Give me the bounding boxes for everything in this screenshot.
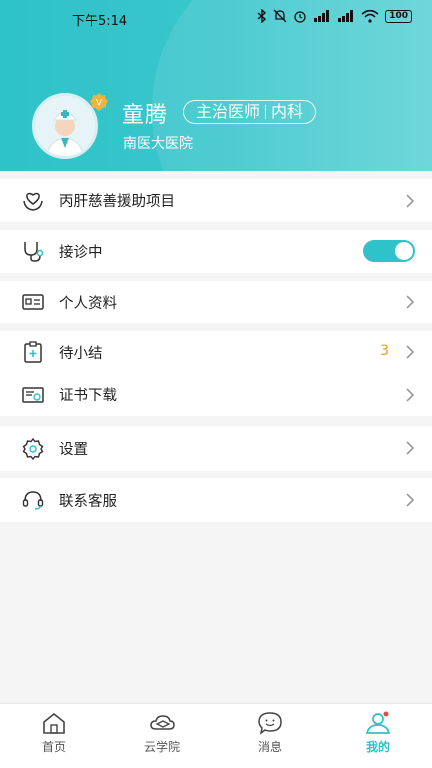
tab-home[interactable]: 首页 xyxy=(24,710,84,755)
menu-item-consult: 接诊中 xyxy=(0,230,432,273)
bottom-tab-bar: 首页 云学院 消息 我的 xyxy=(0,703,432,768)
id-card-icon xyxy=(20,289,46,315)
toggle-knob xyxy=(395,242,413,260)
chevron-right-icon xyxy=(406,388,415,402)
clipboard-plus-icon xyxy=(20,339,46,365)
menu-item-customer-service[interactable]: 联系客服 xyxy=(0,478,432,522)
tab-mine[interactable]: 我的 xyxy=(348,710,408,755)
stethoscope-icon xyxy=(20,238,46,264)
profile-header: 下午5:14 100 V 童腾 主治医师 内科 南医大医院 xyxy=(0,0,432,171)
alarm-icon xyxy=(293,9,307,23)
title-separator xyxy=(265,105,267,119)
tab-label-mine: 我的 xyxy=(365,740,390,754)
tab-messages[interactable]: 消息 xyxy=(240,710,300,755)
gear-icon xyxy=(20,436,46,462)
cloud-academy-icon xyxy=(148,710,176,736)
chevron-right-icon xyxy=(406,295,415,309)
certificate-icon xyxy=(20,382,46,408)
doctor-title: 主治医师 xyxy=(196,102,261,121)
vip-badge-icon: V xyxy=(89,92,109,112)
tab-cloud-academy[interactable]: 云学院 xyxy=(132,710,192,755)
menu-label-customer-service: 联系客服 xyxy=(59,493,117,510)
menu-item-pending-summary[interactable]: 待小结 3 xyxy=(0,331,432,373)
chevron-right-icon xyxy=(406,493,415,507)
wifi-icon xyxy=(361,9,379,23)
doctor-name: 童腾 xyxy=(122,103,169,128)
menu-label-consult: 接诊中 xyxy=(59,245,103,261)
menu-label-profile-info: 个人资料 xyxy=(59,295,117,312)
battery-icon: 100 xyxy=(385,9,412,23)
menu-item-settings[interactable]: 设置 xyxy=(0,426,432,471)
doctor-department: 内科 xyxy=(271,102,304,121)
svg-text:V: V xyxy=(96,98,102,108)
status-bar: 下午5:14 100 xyxy=(0,0,432,32)
heart-hand-icon xyxy=(20,188,46,214)
status-icons: 100 xyxy=(257,9,412,23)
menu-label-certificate: 证书下载 xyxy=(59,388,117,404)
chevron-right-icon xyxy=(406,441,415,455)
status-time: 下午5:14 xyxy=(72,14,128,29)
menu-item-charity[interactable]: 丙肝慈善援助项目 xyxy=(0,179,432,222)
signal-icon xyxy=(337,10,355,22)
chevron-right-icon xyxy=(406,345,415,359)
home-icon xyxy=(40,710,68,736)
consult-toggle[interactable] xyxy=(363,240,415,262)
user-icon xyxy=(364,710,392,736)
menu-item-profile-info[interactable]: 个人资料 xyxy=(0,281,432,323)
pending-count-badge: 3 xyxy=(380,343,389,359)
message-icon xyxy=(256,710,284,736)
tab-label-home: 首页 xyxy=(41,740,66,754)
chevron-right-icon xyxy=(406,194,415,208)
bluetooth-icon xyxy=(257,9,267,23)
tab-label-cloud-academy: 云学院 xyxy=(143,740,180,754)
doctor-title-badge: 主治医师 内科 xyxy=(183,100,317,124)
signal-icon xyxy=(313,10,331,22)
mute-icon xyxy=(273,9,287,23)
menu-label-settings: 设置 xyxy=(59,442,88,458)
menu-label-pending-summary: 待小结 xyxy=(59,345,103,362)
menu-item-certificate[interactable]: 证书下载 xyxy=(0,373,432,416)
menu-label-charity: 丙肝慈善援助项目 xyxy=(59,194,175,210)
tab-label-messages: 消息 xyxy=(257,740,282,754)
headset-icon xyxy=(20,487,46,513)
hospital-name: 南医大医院 xyxy=(123,136,193,152)
